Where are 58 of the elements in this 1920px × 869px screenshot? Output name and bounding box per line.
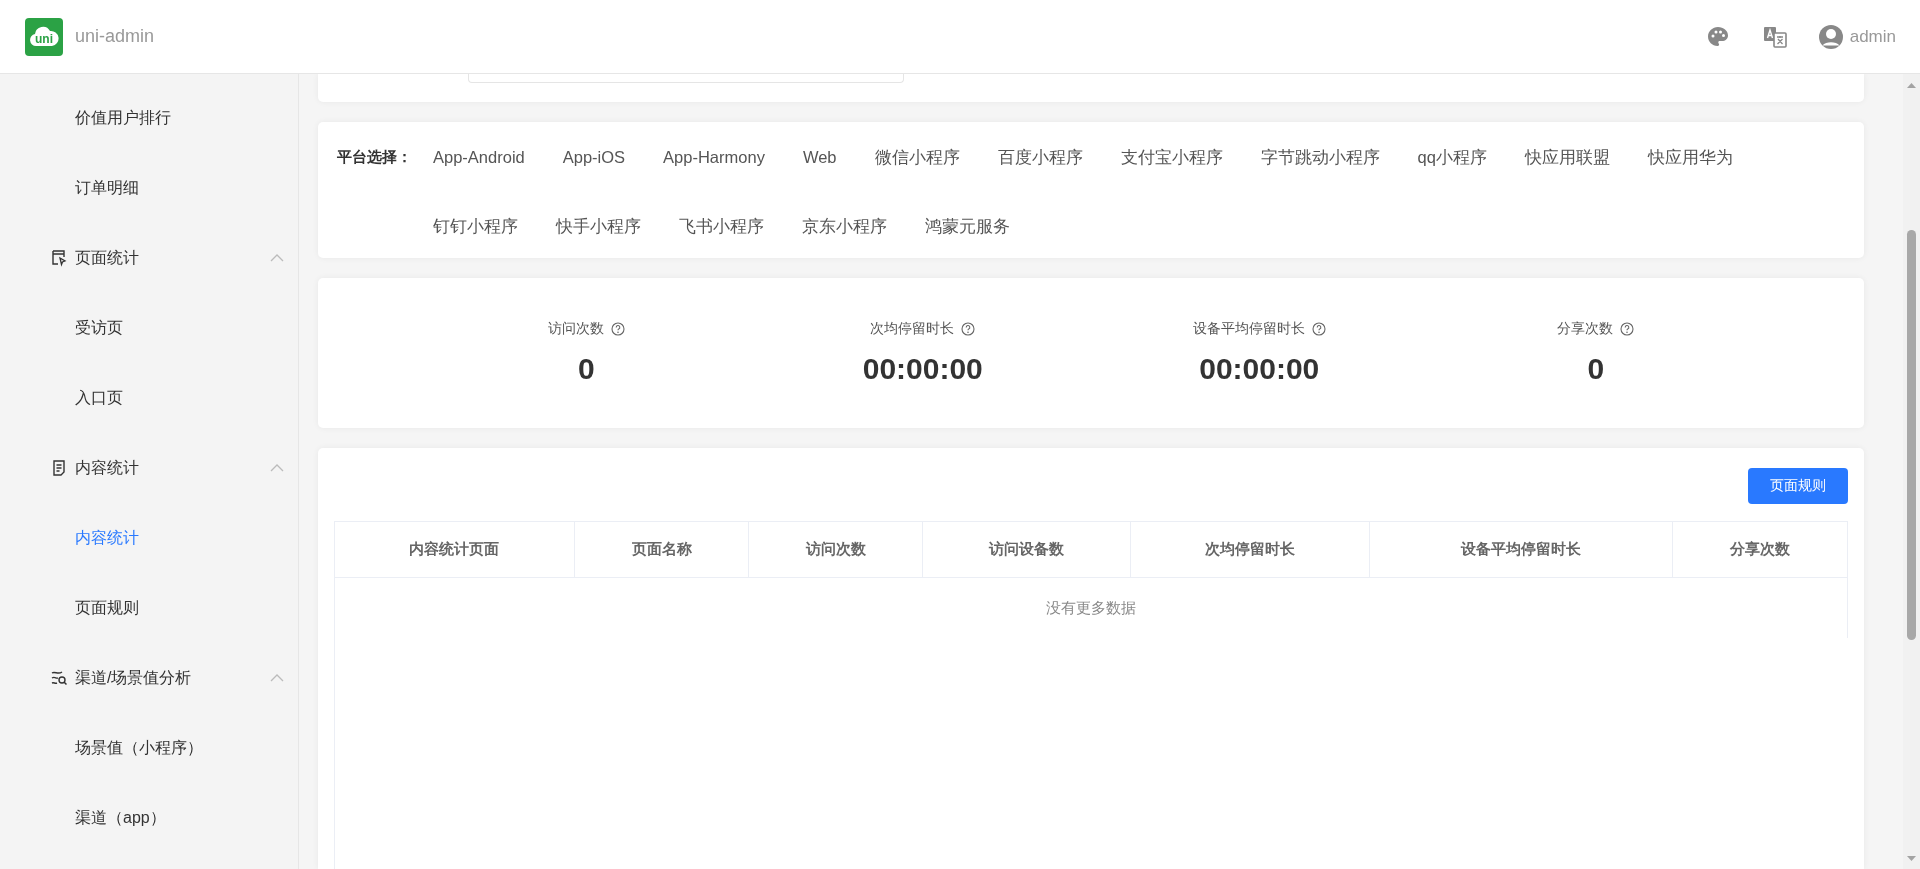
avatar-icon[interactable]: [1817, 23, 1844, 50]
sidebar-item[interactable]: 价值用户排行: [0, 83, 298, 153]
sidebar-item[interactable]: 场景值（小程序）: [0, 713, 298, 783]
sidebar-group[interactable]: 内容统计: [75, 457, 139, 479]
platform-option[interactable]: 字节跳动小程序: [1260, 137, 1380, 177]
column-header: 内容统计页面: [408, 539, 501, 559]
logo-text: uni: [35, 32, 53, 46]
stat-value: 00:00:00: [862, 352, 983, 386]
stat-value: 0: [1587, 352, 1605, 386]
column-header: 设备平均停留时长: [1369, 522, 1672, 577]
stat-label: 访问次数: [547, 320, 604, 338]
stat-label: 设备平均停留时长: [1192, 320, 1305, 338]
page-rules-button[interactable]: 页面规则: [1748, 468, 1848, 504]
help-icon[interactable]: [610, 322, 625, 336]
platform-option[interactable]: 快应用华为: [1647, 137, 1733, 177]
stat-value: 0: [577, 352, 595, 386]
platform-option[interactable]: 快应用联盟: [1524, 137, 1610, 177]
platform-option[interactable]: App-Android: [433, 137, 525, 177]
column-header: 访问设备数: [922, 522, 1131, 577]
help-icon[interactable]: [1311, 322, 1326, 336]
stat-label: 次均停留时长: [870, 320, 955, 338]
platform-option[interactable]: 微信小程序: [874, 137, 960, 177]
app-title: uni-admin: [75, 26, 155, 47]
sidebar-item[interactable]: 受访页: [0, 293, 298, 363]
sidebar-item[interactable]: 渠道（app）: [0, 783, 298, 853]
column-header: 页面名称: [573, 522, 749, 577]
sidebar-group[interactable]: 渠道/场景值分析: [75, 667, 192, 689]
column-header: 分享次数: [1671, 522, 1847, 577]
platform-option[interactable]: 快手小程序: [556, 206, 641, 246]
sidebar-item[interactable]: 页面规则: [0, 573, 298, 643]
platform-option[interactable]: App-Harmony: [663, 137, 765, 177]
input-field[interactable]: [468, 74, 904, 83]
help-icon[interactable]: [1620, 322, 1635, 336]
platform-option[interactable]: qq小程序: [1417, 137, 1487, 177]
platform-option[interactable]: App-iOS: [562, 137, 626, 177]
column-header: 次均停留时长: [1130, 522, 1370, 577]
platform-option[interactable]: 支付宝小程序: [1120, 137, 1223, 177]
document-icon: [50, 459, 68, 477]
sidebar-group[interactable]: 页面统计: [75, 247, 139, 269]
palette-icon[interactable]: [1705, 24, 1730, 49]
platform-option[interactable]: 飞书小程序: [679, 206, 764, 246]
sidebar-item[interactable]: 内容统计: [0, 503, 298, 573]
platform-option[interactable]: 钉钉小程序: [433, 206, 518, 246]
sidebar-item[interactable]: 入口页: [0, 363, 298, 433]
platform-label: 平台选择：: [337, 147, 413, 167]
translate-icon[interactable]: [1761, 24, 1788, 49]
stat-value: 00:00:00: [1199, 352, 1320, 386]
platform-option[interactable]: Web: [802, 137, 837, 177]
sidebar-item[interactable]: 订单明细: [0, 153, 298, 223]
page-cursor-icon: [50, 249, 68, 267]
stat-label: 分享次数: [1557, 320, 1614, 338]
empty-message: 没有更多数据: [1046, 598, 1136, 618]
platform-option[interactable]: 京东小程序: [802, 206, 887, 246]
help-icon[interactable]: [961, 322, 976, 336]
column-header: 访问次数: [748, 522, 923, 577]
platform-option[interactable]: 百度小程序: [997, 137, 1083, 177]
platform-option[interactable]: 鸿蒙元服务: [925, 206, 1010, 246]
search-list-icon: [50, 669, 68, 687]
